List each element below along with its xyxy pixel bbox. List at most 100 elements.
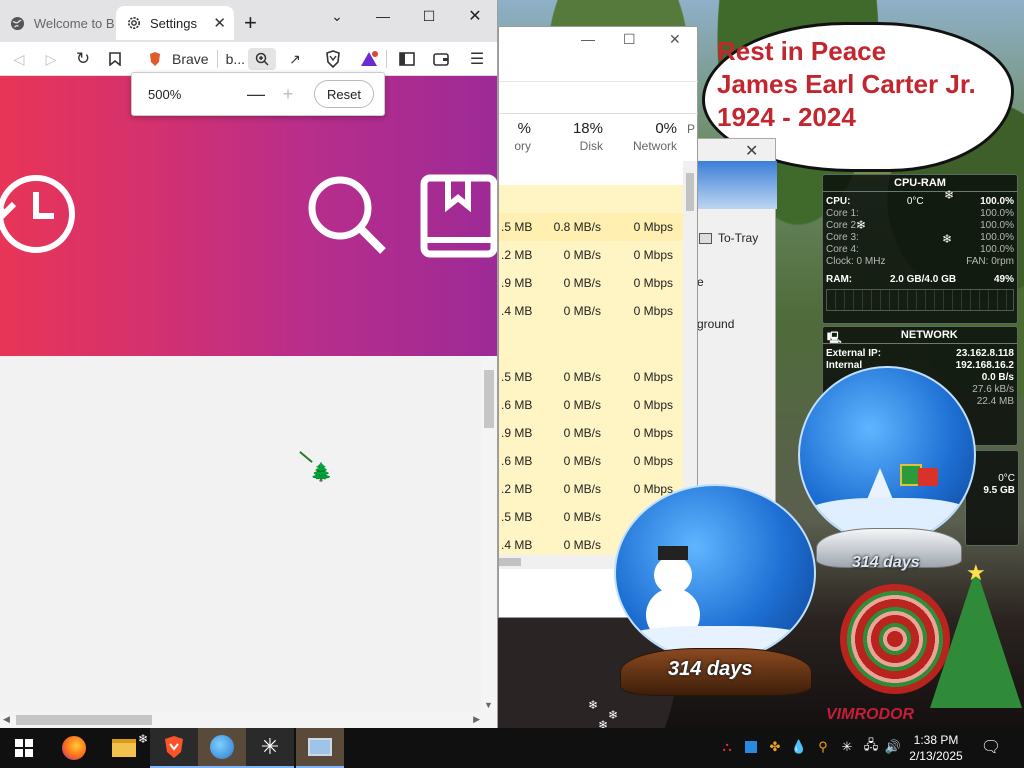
table-row[interactable]: .9 MB 0 MB/s 0 Mbps [499,269,683,297]
zoom-in-button[interactable]: + [272,84,304,105]
volume-icon[interactable]: 🔊 [884,736,902,758]
share-icon[interactable]: ↗ [284,48,306,70]
snowflake-icon: ❄ [608,708,619,722]
close-tab-icon[interactable]: ✕ [213,14,226,32]
scroll-left-icon[interactable]: ◀ [3,714,10,725]
tray-gadget-icon[interactable]: ✤ [766,736,784,758]
table-row[interactable]: .5 MB 0.8 MB/s 0 Mbps [499,213,683,241]
start-button[interactable] [0,728,48,768]
core-4-label: Core 4: [826,244,859,255]
snow-globe-left[interactable]: 314 days [612,484,818,704]
scrollbar-thumb[interactable] [484,370,494,428]
snowflake-app-icon: ✳ [260,734,280,759]
forward-icon[interactable]: ▷ [40,48,62,70]
core-4-value: 100.0% [980,244,1014,255]
maximize-icon[interactable]: ☐ [406,4,452,28]
col-memory[interactable]: % ory [501,120,531,153]
cpu-ram-gadget[interactable]: CPU-RAM CPU: 0°C 100.0% Core 1: 100.0% Core… [822,174,1018,324]
minimize-icon[interactable]: — [581,31,595,47]
search-icon[interactable] [306,174,388,259]
ram-value: 2.0 GB/4.0 GB [889,274,957,285]
notifications-icon[interactable]: 🗨 [981,736,1001,758]
taskbar-task-manager[interactable] [296,728,344,768]
net-rate-1: 0.0 B/s [981,372,1014,383]
horizontal-scrollbar[interactable]: ◀ ▶ [0,712,497,728]
sidebar-icon[interactable] [396,48,418,70]
maximize-icon[interactable]: ☐ [623,31,636,48]
system-clock[interactable]: 1:38 PM 2/13/2025 [904,732,968,764]
windows-icon [15,739,33,757]
table-row[interactable]: .6 MB 0 MB/s 0 Mbps [499,447,683,475]
browser-window[interactable]: Welcome to B Settings ✕ + ⌄ — ☐ ✕ ◁ ▷ ↻ … [0,0,498,728]
clock-date: 2/13/2025 [909,749,963,763]
table-row[interactable]: .5 MB 0 MB/s 0 Mbps [499,363,683,391]
cpu-percent: 100.0% [980,196,1014,207]
bookmark-icon[interactable] [104,48,126,70]
col-network[interactable]: 0% Network [609,120,677,153]
scrollbar-thumb[interactable] [686,173,694,211]
close-icon[interactable]: ✕ [669,31,681,48]
scrollbar-thumb[interactable] [16,715,152,725]
monitor-icon: 🖳 [827,332,842,344]
new-tab-icon[interactable]: + [244,10,257,36]
settings-hero-banner [0,76,497,356]
scroll-right-icon[interactable]: ▶ [473,714,480,725]
reload-icon[interactable]: ↻ [72,48,94,70]
clock-time: 1:38 PM [913,733,959,747]
zoom-popup: 500% — + Reset [131,72,385,116]
snowflake-icon: ❄ [944,188,955,202]
tray-drop-icon[interactable]: 💧 [790,736,808,758]
snow-globe-right[interactable]: 314 days [796,366,980,586]
brave-rewards-icon[interactable] [358,48,380,70]
minimize-icon[interactable]: — [360,4,406,28]
tray-search-icon[interactable]: ⚲ [814,736,832,758]
brave-shields-icon[interactable] [322,48,344,70]
snowflake-icon: ❄ [942,232,953,246]
core-2-value: 100.0% [980,220,1014,231]
site-label: b... [225,51,246,67]
wallet-icon[interactable] [430,48,452,70]
to-tray-button[interactable]: To-Tray [699,231,758,245]
taskbar: ❄ ✳ ⛬ ✤ 💧 ⚲ ✳ 🖧 🔊 1:38 PM 2/13/2025 🗨 [0,728,1024,768]
site-identity-button[interactable]: Brave b... [140,47,245,71]
bookmarks-icon[interactable] [420,174,497,261]
taskbar-firefox[interactable] [50,728,98,768]
taskbar-snow-app[interactable]: ✳ [246,728,294,768]
dialog-close-icon[interactable]: ✕ [745,141,758,161]
back-icon[interactable]: ◁ [8,48,30,70]
col-power[interactable]: P [685,120,695,136]
scroll-down-icon[interactable]: ▼ [484,700,493,710]
tab-welcome[interactable]: Welcome to B [0,6,114,40]
tab-search-chevron-icon[interactable]: ⌄ [314,4,360,28]
task-manager-titlebar[interactable]: — ☐ ✕ [499,27,697,57]
vertical-scrollbar[interactable]: ▼ [481,356,497,712]
scrollbar-thumb[interactable] [499,558,521,566]
zoom-icon[interactable] [248,48,276,70]
clock-readout: Clock: 0 MHz [826,256,886,267]
ram-label: RAM: [826,274,853,285]
table-row[interactable]: .9 MB 0 MB/s 0 Mbps [499,419,683,447]
spiral-decoration [840,584,950,694]
tree-icon [866,468,894,502]
tray-snowflake-icon[interactable]: ✳ [838,736,856,758]
table-row[interactable]: .4 MB 0 MB/s 0 Mbps [499,297,683,325]
zoom-out-button[interactable]: — [240,84,272,105]
tray-icon [699,232,712,244]
tray-blue-icon[interactable] [742,736,760,758]
table-row[interactable]: .2 MB 0 MB/s 0 Mbps [499,241,683,269]
zoom-reset-button[interactable]: Reset [314,80,374,108]
col-disk[interactable]: 18% Disk [539,120,603,153]
taskbar-brave[interactable] [150,728,198,768]
to-tray-label: To-Tray [718,231,759,245]
watermark: VIMRODOR [826,706,914,723]
close-window-icon[interactable]: ✕ [452,4,497,28]
network-title: 🖳 NETWORK [823,327,1017,344]
history-icon[interactable] [0,172,78,259]
menu-icon[interactable]: ☰ [466,48,488,70]
table-row[interactable]: .6 MB 0 MB/s 0 Mbps [499,391,683,419]
cpu-temp: 0°C [906,196,924,207]
network-icon[interactable]: 🖧 [862,736,880,758]
taskbar-app-globe[interactable] [198,728,246,768]
tray-app-icon[interactable]: ⛬ [718,736,736,758]
tab-settings[interactable]: Settings ✕ [116,6,234,40]
